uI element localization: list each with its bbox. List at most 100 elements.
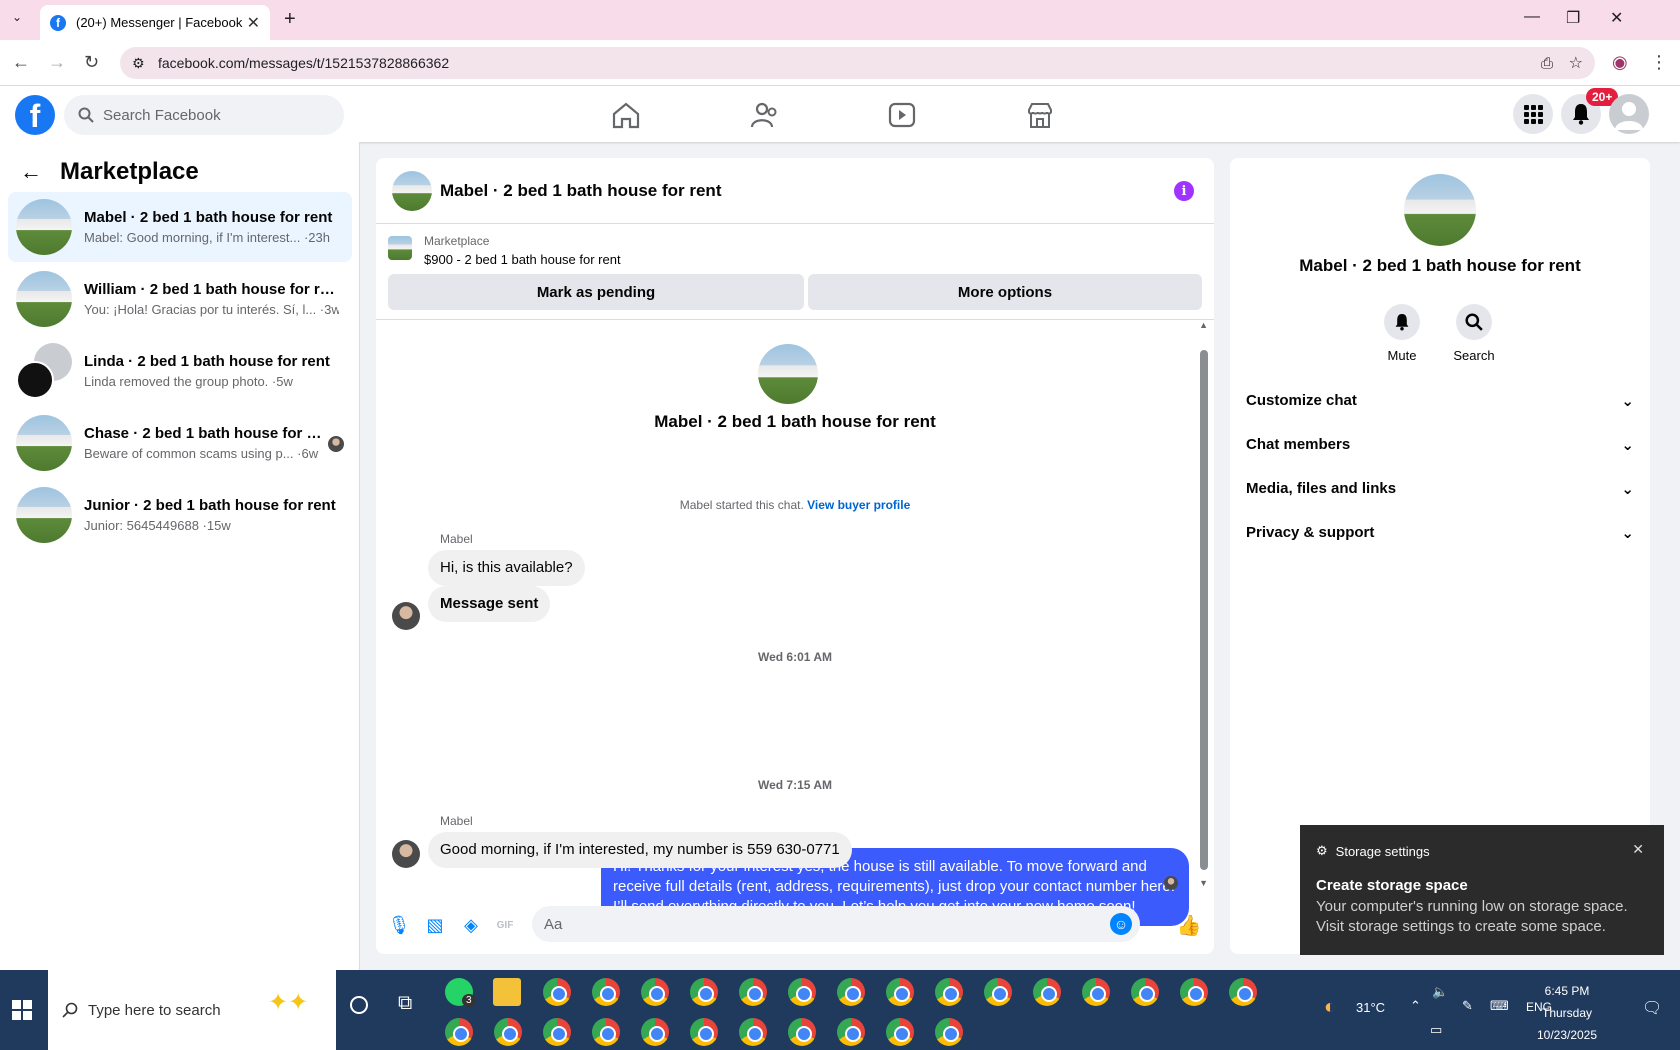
customize-chat-section[interactable]: Customize chat ⌄ — [1246, 392, 1634, 410]
message-input[interactable]: Aa ☺ — [532, 906, 1140, 942]
tray-overflow-icon[interactable]: ⌃ — [1410, 998, 1421, 1014]
back-icon[interactable]: ← — [12, 52, 30, 73]
sticker-icon[interactable]: ◈ — [460, 914, 482, 936]
incoming-message[interactable]: Good morning, if I'm interested, my numb… — [428, 832, 852, 868]
privacy-support-section[interactable]: Privacy & support ⌄ — [1246, 524, 1634, 542]
chrome-icon[interactable] — [690, 978, 718, 1006]
new-tab-icon[interactable]: + — [284, 8, 296, 31]
weather-icon[interactable]: ◐ — [1324, 996, 1336, 1019]
friends-icon[interactable] — [748, 100, 780, 130]
menu-grid-icon[interactable] — [1513, 94, 1553, 134]
chrome-icon[interactable] — [592, 978, 620, 1006]
address-bar[interactable]: ⚙ facebook.com/messages/t/15215378288663… — [120, 47, 1595, 79]
chrome-icon[interactable] — [886, 1018, 914, 1046]
clock[interactable]: 6:45 PM Thursday 10/23/2025 — [1532, 980, 1602, 1046]
like-thumb-icon[interactable]: 👍 — [1177, 914, 1202, 937]
scroll-down-icon[interactable]: ▼ — [1199, 878, 1208, 888]
window-close-icon[interactable]: ✕ — [1610, 8, 1623, 28]
scroll-up-icon[interactable]: ▲ — [1199, 320, 1208, 330]
chrome-icon[interactable] — [543, 1018, 571, 1046]
marketplace-icon[interactable] — [1024, 100, 1056, 130]
more-options-button[interactable]: More options — [808, 274, 1202, 310]
pen-icon[interactable]: ✎ — [1462, 998, 1473, 1014]
menu-kebab-icon[interactable]: ⋮ — [1650, 52, 1668, 73]
chrome-icon[interactable] — [1082, 978, 1110, 1006]
bookmark-star-icon[interactable]: ☆ — [1569, 53, 1583, 73]
facebook-logo-icon[interactable]: f — [15, 95, 55, 135]
chat-listing-avatar[interactable] — [392, 170, 432, 211]
chrome-icon[interactable] — [935, 1018, 963, 1046]
info-icon[interactable]: i — [1174, 181, 1194, 201]
conversation-item[interactable]: Linda · 2 bed 1 bath house for rent Linda… — [8, 336, 352, 406]
mabel-avatar[interactable] — [392, 602, 420, 630]
gif-icon[interactable]: GIF — [494, 914, 516, 936]
volume-icon[interactable]: 🔈 — [1432, 984, 1448, 1000]
search-button[interactable]: Search — [1439, 304, 1509, 363]
conversation-item[interactable]: Mabel · 2 bed 1 bath house for rent Mabel… — [8, 192, 352, 262]
view-buyer-profile-link[interactable]: View buyer profile — [807, 498, 910, 512]
conversation-item[interactable]: William · 2 bed 1 bath house for rent You… — [8, 264, 352, 334]
chrome-icon[interactable] — [837, 978, 865, 1006]
tab-close-icon[interactable]: ✕ — [247, 13, 260, 33]
chrome-icon[interactable] — [1033, 978, 1061, 1006]
photo-icon[interactable]: ▧ — [424, 914, 446, 936]
mute-button[interactable]: Mute — [1367, 304, 1437, 363]
chrome-icon[interactable] — [641, 1018, 669, 1046]
network-icon[interactable]: ▭ — [1430, 1022, 1442, 1038]
install-icon[interactable]: ⎙ — [1541, 55, 1553, 72]
tab-search-icon[interactable]: ⌄ — [12, 10, 22, 24]
chrome-icon[interactable] — [1131, 978, 1159, 1006]
chat-members-section[interactable]: Chat members ⌄ — [1246, 436, 1634, 454]
chrome-icon[interactable] — [690, 1018, 718, 1046]
chrome-icon[interactable] — [739, 978, 767, 1006]
taskbar-search-box[interactable]: Type here to search ✦✦ — [48, 970, 336, 1050]
chrome-icon[interactable] — [1229, 978, 1257, 1006]
home-icon[interactable] — [610, 100, 642, 130]
conversation-item[interactable]: Junior · 2 bed 1 bath house for rent Juni… — [8, 480, 352, 550]
chrome-icon[interactable] — [739, 1018, 767, 1046]
file-explorer-icon[interactable] — [493, 978, 521, 1006]
chrome-icon[interactable] — [445, 1018, 473, 1046]
reload-icon[interactable]: ↻ — [84, 52, 99, 73]
task-view-icon[interactable]: ⧉ — [398, 992, 412, 1015]
forward-icon[interactable]: → — [48, 52, 66, 73]
chrome-icon[interactable] — [494, 1018, 522, 1046]
chrome-icon[interactable] — [935, 978, 963, 1006]
incoming-message[interactable]: Message sent — [428, 586, 551, 622]
site-info-icon[interactable]: ⚙ — [132, 55, 145, 72]
chrome-icon[interactable] — [1180, 978, 1208, 1006]
chrome-icon[interactable] — [641, 978, 669, 1006]
back-arrow-icon[interactable]: ← — [20, 159, 42, 185]
storage-notification-toast[interactable]: ⚙ Storage settings ✕ Create storage spac… — [1300, 825, 1664, 955]
conversation-item[interactable]: Chase · 2 bed 1 bath house for r... Bewar… — [8, 408, 352, 478]
restore-icon[interactable]: ❐ — [1566, 8, 1580, 28]
search-facebook-input[interactable]: Search Facebook — [64, 95, 344, 135]
chrome-icon[interactable] — [543, 978, 571, 1006]
mark-as-pending-button[interactable]: Mark as pending — [388, 274, 804, 310]
chrome-icon[interactable] — [886, 978, 914, 1006]
chrome-icon[interactable] — [984, 978, 1012, 1006]
chrome-icon[interactable] — [788, 1018, 816, 1046]
action-center-icon[interactable]: 🗨 — [1642, 998, 1662, 1018]
notification-close-icon[interactable]: ✕ — [1632, 841, 1644, 858]
profile-icon[interactable]: ◉ — [1612, 52, 1628, 73]
listing-thumbnail-small[interactable] — [388, 236, 412, 260]
incoming-message[interactable]: Hi, is this available? — [428, 550, 585, 586]
account-avatar-icon[interactable] — [1609, 94, 1649, 134]
tab-messenger[interactable]: f (20+) Messenger | Facebook ✕ — [40, 5, 270, 40]
mabel-avatar[interactable] — [392, 840, 420, 868]
listing-title[interactable]: $900 - 2 bed 1 bath house for rent — [424, 252, 621, 267]
temperature[interactable]: 31°C — [1356, 1000, 1385, 1015]
chrome-icon[interactable] — [837, 1018, 865, 1046]
cortana-icon[interactable] — [350, 996, 368, 1014]
windows-start-icon[interactable] — [12, 1000, 32, 1020]
media-files-links-section[interactable]: Media, files and links ⌄ — [1246, 480, 1634, 498]
minimize-icon[interactable]: — — [1524, 8, 1540, 26]
microphone-icon[interactable]: 🎙 — [388, 914, 411, 936]
video-icon[interactable] — [886, 100, 918, 130]
chat-title[interactable]: Mabel · 2 bed 1 bath house for rent — [440, 181, 721, 201]
chrome-icon[interactable] — [592, 1018, 620, 1046]
emoji-icon[interactable]: ☺ — [1110, 913, 1132, 935]
chrome-icon[interactable] — [788, 978, 816, 1006]
keyboard-icon[interactable]: ⌨ — [1490, 998, 1509, 1014]
